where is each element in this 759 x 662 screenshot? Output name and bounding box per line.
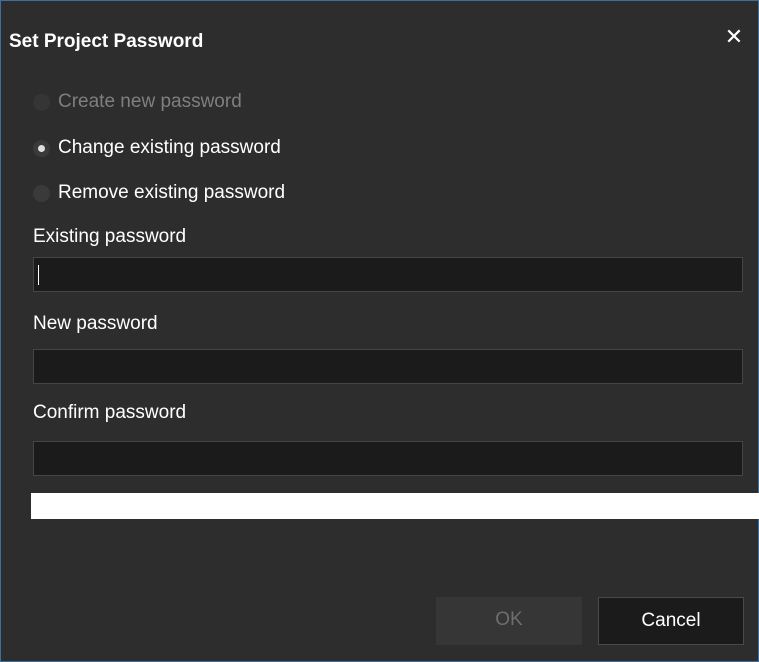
title-bar: Set Project Password ✕ <box>1 1 758 81</box>
radio-button[interactable] <box>33 184 50 202</box>
radio-create-new-password[interactable]: Create new password <box>33 88 242 116</box>
set-project-password-dialog: Set Project Password ✕ Create new passwo… <box>0 0 759 662</box>
radio-change-existing-password[interactable]: Change existing password <box>33 134 281 162</box>
new-password-label: New password <box>33 313 158 334</box>
text-caret <box>38 265 39 285</box>
confirm-password-field[interactable] <box>33 441 743 476</box>
cancel-button[interactable]: Cancel <box>598 597 744 645</box>
close-icon[interactable]: ✕ <box>720 23 748 51</box>
radio-remove-existing-password[interactable]: Remove existing password <box>33 179 285 207</box>
radio-button[interactable] <box>33 139 50 157</box>
new-password-field[interactable] <box>33 349 743 384</box>
existing-password-field[interactable] <box>33 257 743 292</box>
dialog-title: Set Project Password <box>9 31 204 52</box>
radio-label: Create new password <box>58 91 242 112</box>
password-strength-bar <box>31 493 759 519</box>
radio-button[interactable] <box>33 93 50 111</box>
radio-label: Remove existing password <box>58 182 286 203</box>
confirm-password-label: Confirm password <box>33 402 187 423</box>
radio-label: Change existing password <box>58 137 281 158</box>
ok-button[interactable]: OK <box>436 597 582 645</box>
existing-password-label: Existing password <box>33 226 187 247</box>
